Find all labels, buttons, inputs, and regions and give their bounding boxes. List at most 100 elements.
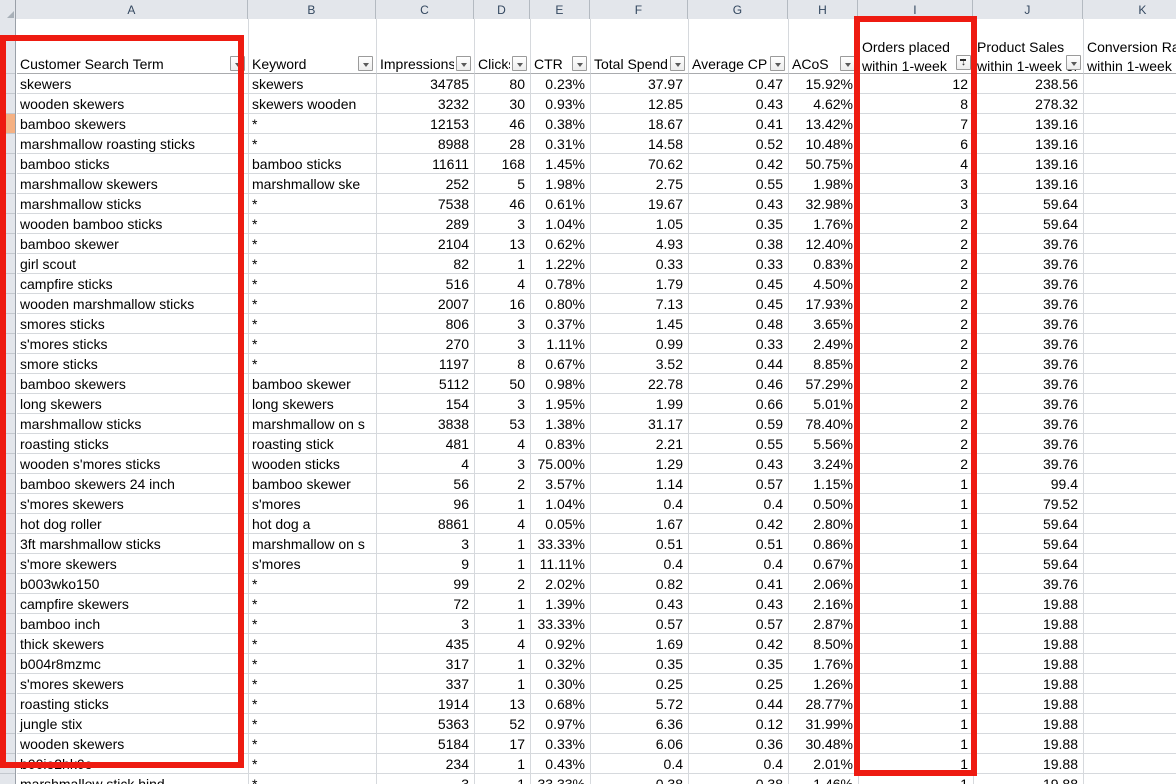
- column-filter-header-c[interactable]: Impressions: [377, 37, 475, 74]
- cell-orders-placed[interactable]: 2: [859, 214, 974, 234]
- cell-total-spend[interactable]: 0.33: [591, 254, 689, 274]
- cell-impressions[interactable]: 317: [377, 654, 475, 674]
- row-number[interactable]: [0, 634, 15, 654]
- cell-ctr[interactable]: 3.57%: [531, 474, 591, 494]
- cell-ctr[interactable]: 33.33%: [531, 614, 591, 634]
- cell-clicks[interactable]: 46: [475, 114, 531, 134]
- empty-cell[interactable]: [789, 19, 859, 37]
- row-number[interactable]: [0, 154, 15, 174]
- cell-clicks[interactable]: 1: [475, 614, 531, 634]
- cell-customer-search-term[interactable]: campfire skewers: [17, 594, 249, 614]
- column-filter-header-d[interactable]: Clicks: [475, 37, 531, 74]
- cell-keyword[interactable]: *: [249, 594, 377, 614]
- row-number[interactable]: [0, 734, 15, 754]
- table-row[interactable]: campfire sticks * 516 4 0.78% 1.79 0.45 4.50% 2 3…: [17, 274, 1176, 294]
- table-row[interactable]: 3ft marshmallow sticks marshmallow on s31…: [17, 534, 1176, 554]
- cell-clicks[interactable]: 1: [475, 534, 531, 554]
- cell-product-sales[interactable]: 39.76: [974, 314, 1084, 334]
- cell-average-cpc[interactable]: 0.35: [689, 654, 789, 674]
- cell-customer-search-term[interactable]: long skewers: [17, 394, 249, 414]
- cell-acos[interactable]: 1.98%: [789, 174, 859, 194]
- cell-average-cpc[interactable]: 0.66: [689, 394, 789, 414]
- cell-ctr[interactable]: 0.93%: [531, 94, 591, 114]
- cell-conversion-rate[interactable]: 2: [1084, 254, 1176, 274]
- column-filter-header-e[interactable]: CTR: [531, 37, 591, 74]
- cell-impressions[interactable]: 11611: [377, 154, 475, 174]
- cell-average-cpc[interactable]: 0.4: [689, 554, 789, 574]
- cell-orders-placed[interactable]: 1: [859, 514, 974, 534]
- cell-average-cpc[interactable]: 0.57: [689, 474, 789, 494]
- cell-conversion-rate[interactable]: [1084, 514, 1176, 534]
- cell-orders-placed[interactable]: 1: [859, 674, 974, 694]
- row-number[interactable]: [0, 194, 15, 214]
- cell-product-sales[interactable]: 19.88: [974, 714, 1084, 734]
- cell-total-spend[interactable]: 0.99: [591, 334, 689, 354]
- cell-impressions[interactable]: 7538: [377, 194, 475, 214]
- cell-impressions[interactable]: 56: [377, 474, 475, 494]
- cell-average-cpc[interactable]: 0.55: [689, 434, 789, 454]
- cell-conversion-rate[interactable]: [1084, 734, 1176, 754]
- column-header-h[interactable]: H: [788, 0, 858, 19]
- cell-ctr[interactable]: 0.05%: [531, 514, 591, 534]
- cell-keyword[interactable]: *: [249, 654, 377, 674]
- cell-impressions[interactable]: 96: [377, 494, 475, 514]
- cell-clicks[interactable]: 4: [475, 274, 531, 294]
- table-row[interactable]: roasting sticks * 1914 13 0.68% 5.72 0.44 28.77…: [17, 694, 1176, 714]
- cell-acos[interactable]: 31.99%: [789, 714, 859, 734]
- table-row[interactable]: s'mores skewers s'mores 96 1 1.04% 0.4 0.4 0.50…: [17, 494, 1176, 514]
- cell-ctr[interactable]: 1.11%: [531, 334, 591, 354]
- cell-total-spend[interactable]: 1.69: [591, 634, 689, 654]
- cell-clicks[interactable]: 2: [475, 474, 531, 494]
- cell-clicks[interactable]: 8: [475, 354, 531, 374]
- cell-total-spend[interactable]: 6.36: [591, 714, 689, 734]
- cell-ctr[interactable]: 0.32%: [531, 654, 591, 674]
- cell-total-spend[interactable]: 1.14: [591, 474, 689, 494]
- cell-acos[interactable]: 1.76%: [789, 654, 859, 674]
- cell-orders-placed[interactable]: 8: [859, 94, 974, 114]
- empty-cell[interactable]: [249, 19, 377, 37]
- row-number[interactable]: [0, 374, 15, 394]
- cell-product-sales[interactable]: 59.64: [974, 534, 1084, 554]
- cell-keyword[interactable]: marshmallow on s: [249, 414, 377, 434]
- cell-acos[interactable]: 12.40%: [789, 234, 859, 254]
- column-header-i[interactable]: I: [858, 0, 973, 19]
- cell-orders-placed[interactable]: 2: [859, 374, 974, 394]
- cell-orders-placed[interactable]: 2: [859, 254, 974, 274]
- cell-conversion-rate[interactable]: [1084, 274, 1176, 294]
- cell-orders-placed[interactable]: 1: [859, 714, 974, 734]
- cell-customer-search-term[interactable]: marshmallow sticks: [17, 194, 249, 214]
- cell-clicks[interactable]: 1: [475, 754, 531, 774]
- cell-clicks[interactable]: 4: [475, 434, 531, 454]
- cell-customer-search-term[interactable]: thick skewers: [17, 634, 249, 654]
- cell-acos[interactable]: 4.62%: [789, 94, 859, 114]
- cell-total-spend[interactable]: 4.93: [591, 234, 689, 254]
- cell-average-cpc[interactable]: 0.43: [689, 194, 789, 214]
- table-row[interactable]: long skewers long skewers 154 3 1.95% 1.99 0.6…: [17, 394, 1176, 414]
- table-row[interactable]: campfire skewers * 72 1 1.39% 0.43 0.43 2.16% 1 1…: [17, 594, 1176, 614]
- cell-impressions[interactable]: 34785: [377, 74, 475, 94]
- row-number[interactable]: [0, 694, 15, 714]
- cell-acos[interactable]: 2.01%: [789, 754, 859, 774]
- cell-product-sales[interactable]: 79.52: [974, 494, 1084, 514]
- empty-cell[interactable]: [475, 19, 531, 37]
- cell-orders-placed[interactable]: 2: [859, 394, 974, 414]
- cell-keyword[interactable]: bamboo skewer: [249, 474, 377, 494]
- table-row[interactable]: s'mores sticks * 270 3 1.11% 0.99 0.33 2.49% 2 39…: [17, 334, 1176, 354]
- cell-clicks[interactable]: 50: [475, 374, 531, 394]
- cell-average-cpc[interactable]: 0.41: [689, 574, 789, 594]
- cell-acos[interactable]: 15.92%: [789, 74, 859, 94]
- cell-ctr[interactable]: 11.11%: [531, 554, 591, 574]
- table-row[interactable]: bamboo sticks bamboo sticks 11611 168 1.45% 7…: [17, 154, 1176, 174]
- cell-acos[interactable]: 0.67%: [789, 554, 859, 574]
- row-number[interactable]: [0, 74, 15, 94]
- cell-acos[interactable]: 8.85%: [789, 354, 859, 374]
- cell-acos[interactable]: 1.46%: [789, 774, 859, 784]
- cell-impressions[interactable]: 8988: [377, 134, 475, 154]
- cell-customer-search-term[interactable]: roasting sticks: [17, 694, 249, 714]
- cell-impressions[interactable]: 5363: [377, 714, 475, 734]
- cell-clicks[interactable]: 3: [475, 454, 531, 474]
- cell-orders-placed[interactable]: 1: [859, 574, 974, 594]
- cell-product-sales[interactable]: 39.76: [974, 234, 1084, 254]
- cell-keyword[interactable]: *: [249, 234, 377, 254]
- row-number[interactable]: [0, 654, 15, 674]
